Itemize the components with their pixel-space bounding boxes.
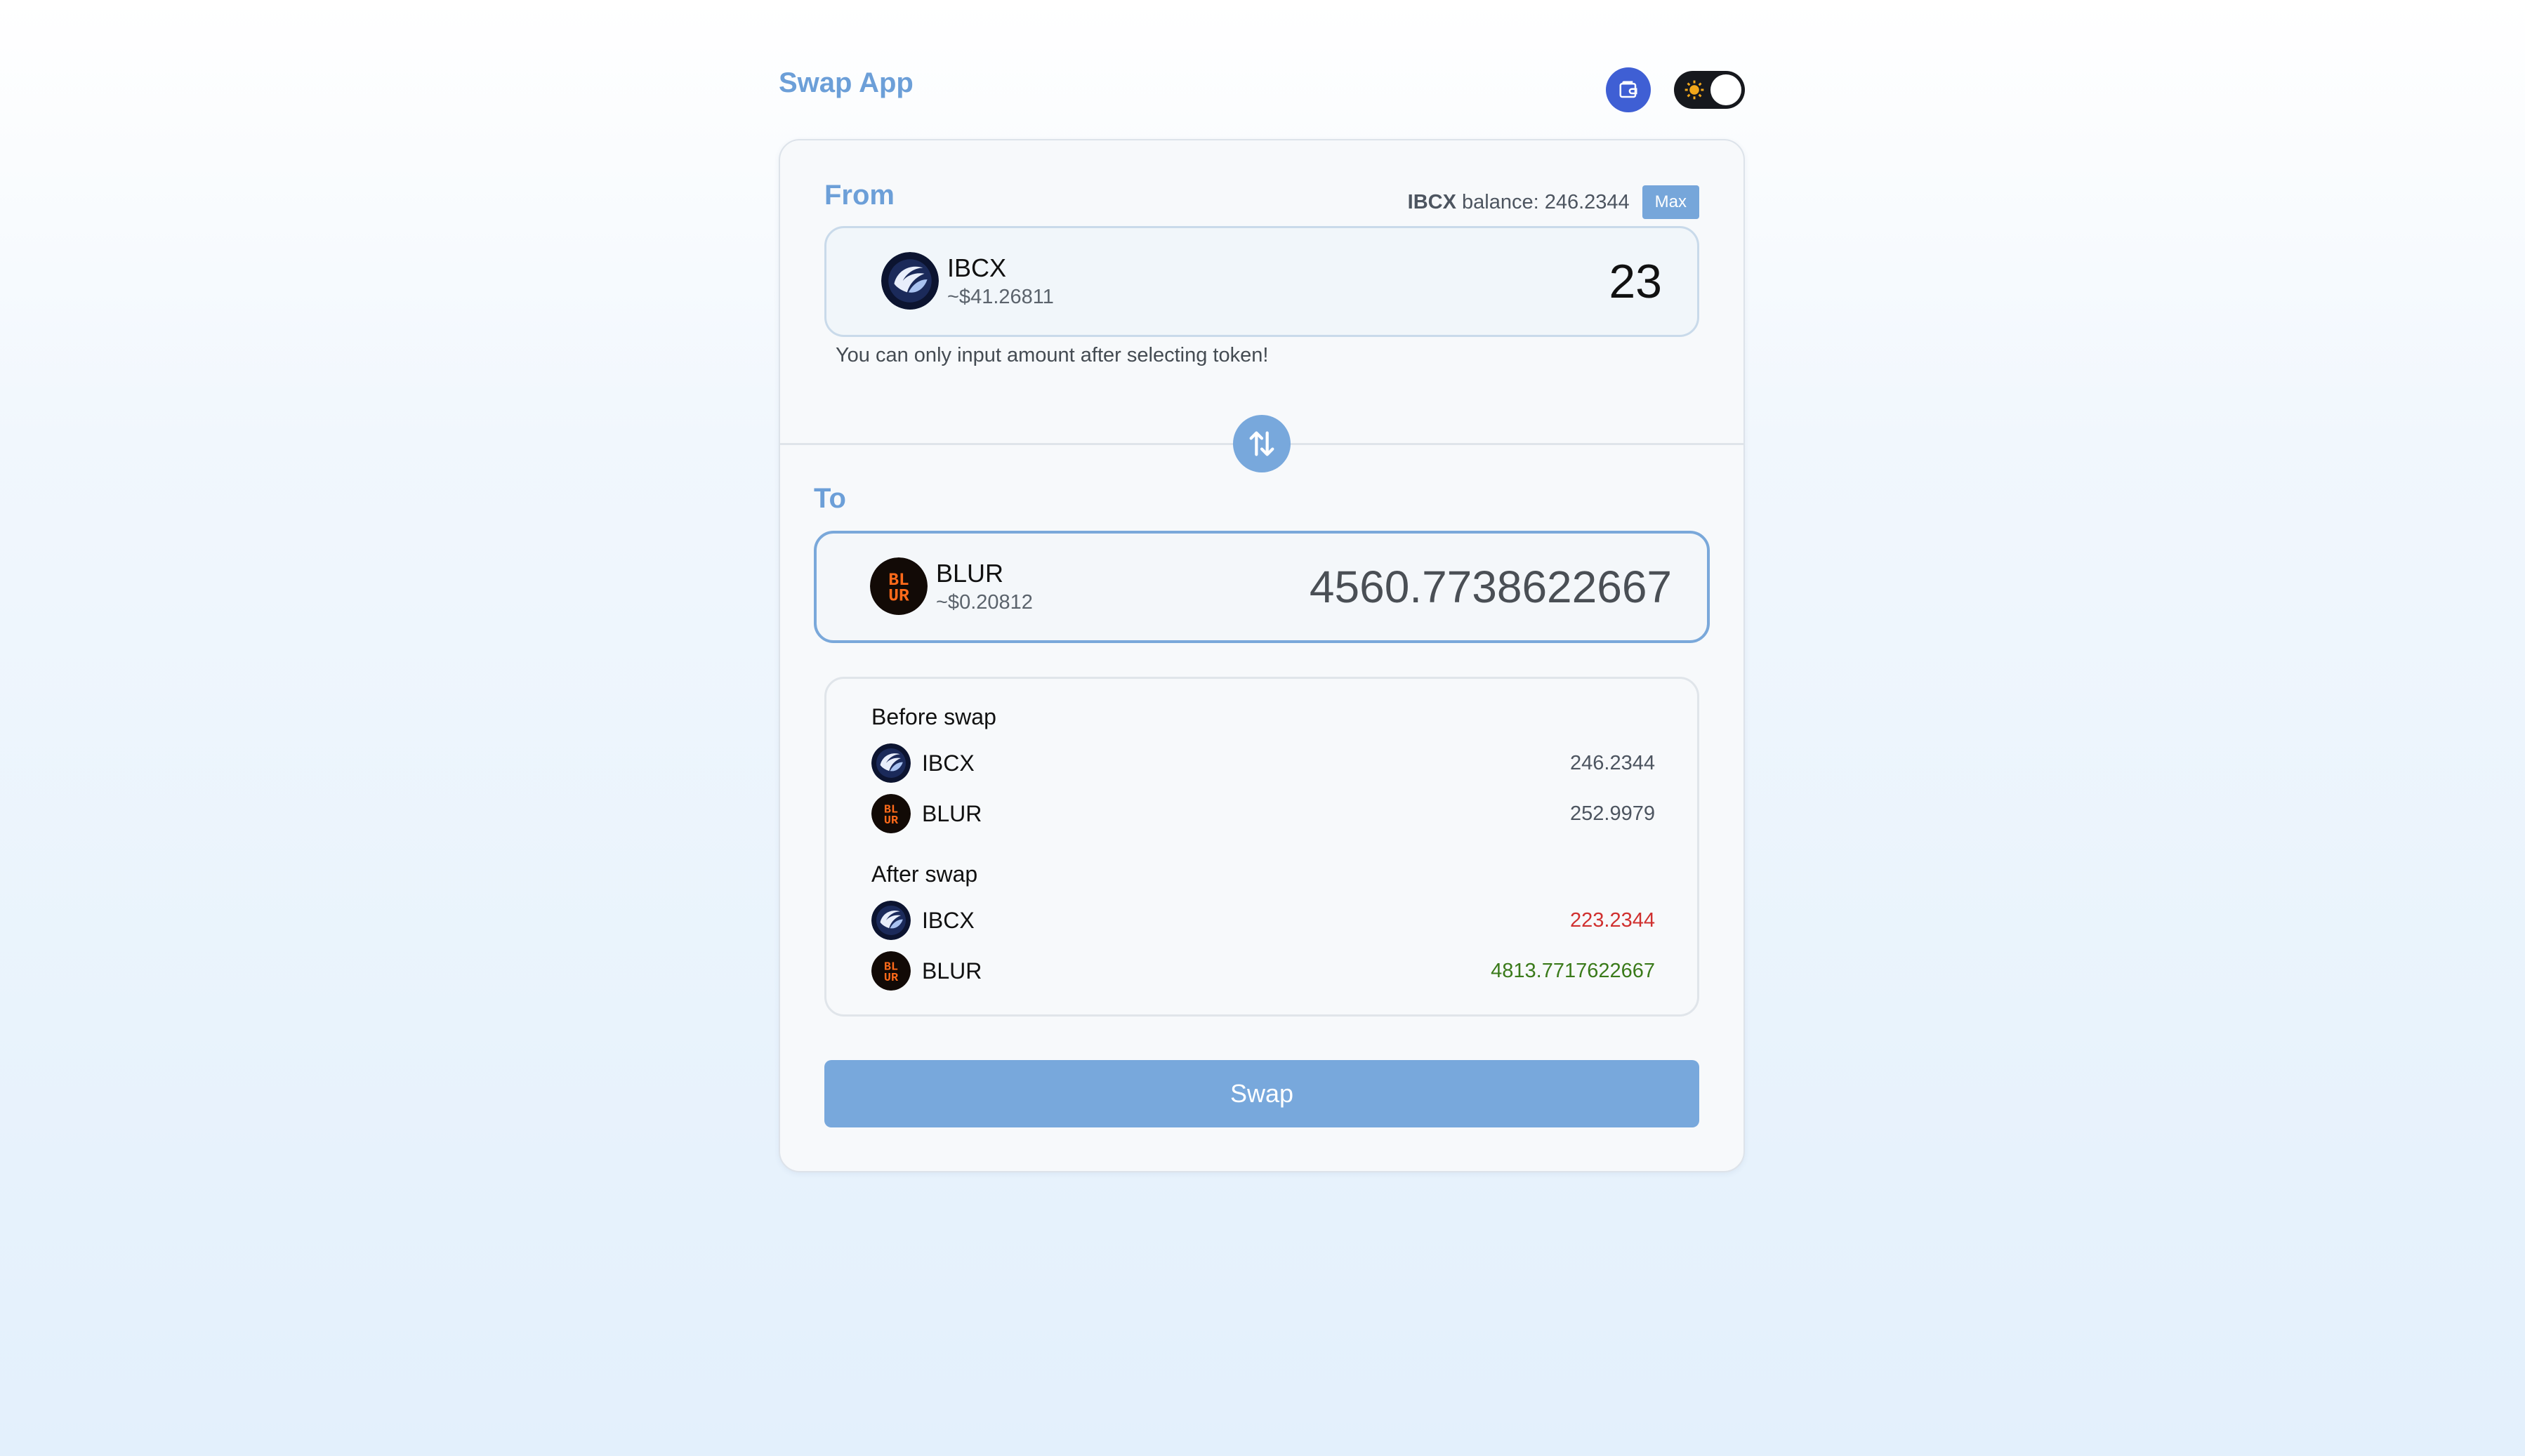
to-token-box: BLUR ~$0.20812 <box>814 531 1710 643</box>
ibcx-token-icon <box>881 252 939 310</box>
app-header: Swap App <box>779 65 1745 119</box>
balance-symbol: IBCX <box>1407 190 1456 213</box>
summary-token-value-decrease: 223.2344 <box>1570 908 1655 932</box>
to-token-price: ~$0.20812 <box>936 590 1033 614</box>
ibcx-token-icon <box>871 743 911 783</box>
wallet-icon <box>1619 81 1637 98</box>
summary-token-value: 252.9979 <box>1570 802 1655 825</box>
ibcx-token-icon <box>871 901 911 940</box>
from-token-selector[interactable]: IBCX ~$41.26811 <box>881 252 1054 310</box>
wallet-button[interactable] <box>1606 67 1651 112</box>
summary-row: BLUR 252.9979 <box>871 794 1655 833</box>
to-label: To <box>814 483 846 514</box>
before-swap-heading: Before swap <box>871 704 996 729</box>
summary-row: IBCX 246.2344 <box>871 743 1655 783</box>
from-token-price: ~$41.26811 <box>947 285 1054 308</box>
summary-token-symbol: BLUR <box>922 958 982 984</box>
summary-token-value: 246.2344 <box>1570 751 1655 774</box>
summary-token-symbol: BLUR <box>922 800 982 826</box>
from-balance: IBCX balance: 246.2344 Max <box>1408 185 1699 219</box>
from-token-symbol: IBCX <box>947 253 1007 282</box>
from-amount-input[interactable] <box>1241 253 1662 310</box>
blur-token-icon <box>871 794 911 833</box>
from-token-box: IBCX ~$41.26811 <box>824 226 1699 337</box>
summary-token-value-increase: 4813.7717622667 <box>1491 959 1655 982</box>
toggle-knob <box>1710 74 1741 105</box>
swap-card: From IBCX balance: 246.2344 Max IBCX ~$4… <box>779 139 1745 1172</box>
to-amount-output <box>1180 559 1672 615</box>
from-label: From <box>824 180 895 211</box>
balance-value: balance: 246.2344 <box>1456 190 1630 213</box>
app-title: Swap App <box>779 67 914 98</box>
swap-button[interactable]: Swap <box>824 1060 1699 1127</box>
blur-token-icon <box>871 951 911 991</box>
summary-row: IBCX 223.2344 <box>871 901 1655 940</box>
summary-token-symbol: IBCX <box>922 907 975 933</box>
to-token-symbol: BLUR <box>936 558 1004 588</box>
swap-arrows-icon <box>1249 431 1274 456</box>
input-hint: You can only input amount after selectin… <box>836 344 1269 366</box>
summary-token-symbol: IBCX <box>922 750 975 776</box>
theme-toggle[interactable] <box>1674 71 1745 109</box>
balance-summary: Before swap IBCX 246.2344 BLUR 252.9979 … <box>824 677 1699 1017</box>
swap-direction-button[interactable] <box>1233 415 1291 472</box>
to-token-selector[interactable]: BLUR ~$0.20812 <box>870 557 1033 615</box>
summary-row: BLUR 4813.7717622667 <box>871 951 1655 991</box>
sun-icon <box>1681 77 1708 103</box>
blur-token-icon <box>870 557 928 615</box>
after-swap-heading: After swap <box>871 861 978 887</box>
max-button[interactable]: Max <box>1642 185 1699 219</box>
